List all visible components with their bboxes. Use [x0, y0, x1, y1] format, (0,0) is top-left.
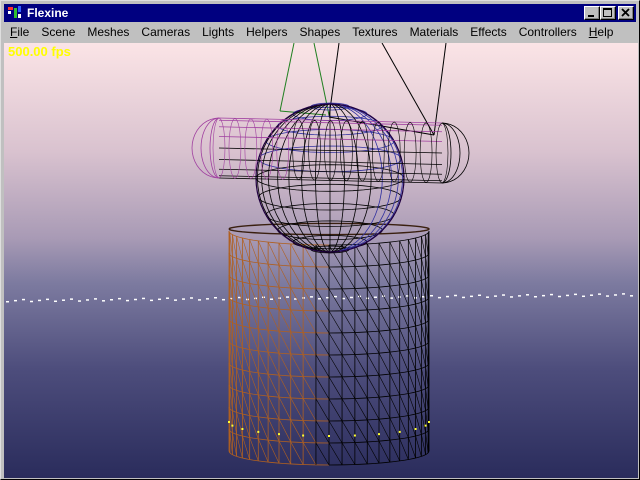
close-icon [621, 8, 630, 17]
close-button[interactable] [618, 6, 634, 20]
menu-scene[interactable]: Scene [35, 23, 81, 42]
menu-help-rest: elp [597, 25, 614, 39]
menu-cameras[interactable]: Cameras [135, 23, 196, 42]
window-title: Flexine [27, 6, 69, 20]
menu-effects[interactable]: Effects [464, 23, 512, 42]
menu-lights[interactable]: Lights [196, 23, 240, 42]
menu-shapes[interactable]: Shapes [294, 23, 347, 42]
menu-helpers[interactable]: Helpers [240, 23, 293, 42]
title-bar[interactable]: Flexine [4, 4, 636, 22]
maximize-icon [603, 8, 612, 17]
cylinder-wireframe [228, 222, 430, 466]
menu-bar: File Scene Meshes Cameras Lights Helpers… [4, 23, 636, 42]
menu-help[interactable]: Help [583, 23, 620, 42]
menu-file-rest: ile [17, 25, 30, 39]
caption-buttons [584, 6, 634, 20]
fps-counter: 500.00 fps [8, 44, 71, 59]
menu-materials[interactable]: Materials [404, 23, 465, 42]
menu-controllers[interactable]: Controllers [513, 23, 583, 42]
render-viewport[interactable]: 500.00 fps [4, 43, 638, 478]
maximize-button[interactable] [600, 6, 616, 20]
app-window: Flexine File Scene Meshes Cameras Lights… [0, 0, 640, 480]
menu-textures[interactable]: Textures [346, 23, 403, 42]
capsule-wireframe [191, 117, 470, 184]
scene-canvas [6, 43, 633, 466]
minimize-icon [588, 15, 594, 17]
menu-meshes[interactable]: Meshes [81, 23, 135, 42]
menu-file[interactable]: File [4, 23, 35, 42]
flexine-app-icon[interactable] [7, 5, 23, 21]
minimize-button[interactable] [584, 6, 600, 20]
